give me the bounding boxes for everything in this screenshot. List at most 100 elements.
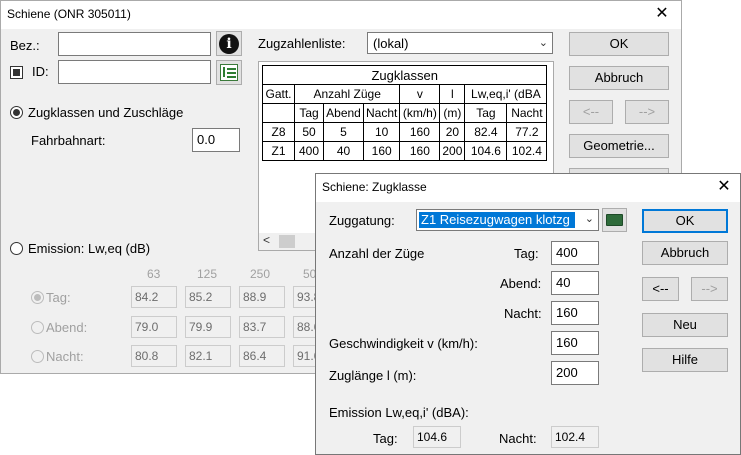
abend-radio[interactable] [31,321,44,334]
table-cell: 200 [439,141,466,161]
main-title: Schiene (ONR 305011) [7,7,131,21]
dialog-title: Schiene: Zugklasse [322,180,427,194]
zuggattung-label: Zuggatung: [329,213,395,228]
tag-63: 84.2 [131,286,177,308]
table-subheader: Nacht [506,103,548,123]
id-label: ID: [32,64,49,79]
table-header-gatt: Gatt. [262,84,295,104]
dialog-help-button[interactable]: Hilfe [642,348,728,372]
nacht-radio[interactable] [31,350,44,363]
zuggattung-value: Z1 Reisezugwagen klotzg [419,212,575,228]
chevron-down-icon: ⌄ [538,37,548,49]
dlg-abend-label: Abend: [500,276,542,291]
table-cell: 400 [294,141,324,161]
zugklassen-label[interactable]: Zugklassen und Zuschläge [28,105,183,120]
dialog-close-icon[interactable]: ✕ [713,177,735,197]
table-cell: 50 [294,122,324,142]
em-tag-value: 104.6 [413,426,461,448]
dialog-new-button[interactable]: Neu [642,313,728,337]
info-icon: i [219,34,239,54]
bez-input[interactable] [58,32,211,56]
chevron-down-icon: ⌄ [584,213,594,225]
zuglaenge-input[interactable]: 200 [551,361,599,385]
dialog-cancel-button[interactable]: Abbruch [642,241,728,265]
zugklassen-radio[interactable] [10,106,23,119]
main-prev-button[interactable]: <-- [569,100,613,124]
scroll-left-icon[interactable]: < [263,233,270,247]
abend-250: 83.7 [239,316,285,338]
main-cancel-button[interactable]: Abbruch [569,66,669,90]
table-cell: 160 [399,141,441,161]
geometry-button[interactable]: Geometrie... [569,134,669,158]
zugzahlenliste-label: Zugzahlenliste: [258,36,346,51]
tag-radio[interactable] [31,291,44,304]
table-cell: 102.4 [506,141,548,161]
table-subheader: Abend [323,103,364,123]
folder-button[interactable] [602,208,627,232]
zugklassen-table: Zugklassen Gatt. Anzahl Züge v l Lw,eq,i… [261,65,548,161]
tag-250: 88.9 [239,286,285,308]
nacht-250: 86.4 [239,345,285,367]
fahrbahnart-input[interactable]: 0.0 [192,128,240,152]
zuggattung-select[interactable]: Z1 Reisezugwagen klotzg ⌄ [416,209,599,231]
zugzahlenliste-select[interactable]: (lokal) ⌄ [367,32,553,54]
freq-63: 63 [147,267,161,281]
emission-dlg-label: Emission Lw,eq,i' (dBA): [329,405,469,420]
folder-icon [606,214,623,226]
table-cell: 160 [362,141,401,161]
table-cell: 10 [362,122,401,142]
table-subheader: (km/h) [399,103,441,123]
dlg-tag-input[interactable]: 400 [551,241,599,265]
table-header-l: l [439,84,466,104]
table-header-anzahl: Anzahl Züge [293,84,401,104]
table-cell: 82.4 [464,122,508,142]
horizontal-scrollbar[interactable]: < [259,233,319,250]
table-cell: 104.6 [464,141,508,161]
nacht-row-label: Nacht: [46,349,84,364]
em-tag-label: Tag: [373,431,398,446]
table-cell: 5 [323,122,364,142]
em-nacht-value: 102.4 [551,426,599,448]
abend-row-label: Abend: [46,320,88,335]
dialog-next-button[interactable]: --> [691,277,728,301]
table-subheader-empty [262,103,295,123]
geschw-label: Geschwindigkeit v (km/h): [329,336,478,351]
em-nacht-label: Nacht: [499,431,537,446]
emission-radio[interactable] [10,242,23,255]
emission-label[interactable]: Emission: Lw,eq (dB) [28,241,150,256]
main-next-button[interactable]: --> [625,100,669,124]
dlg-nacht-label: Nacht: [504,306,542,321]
anzahl-label: Anzahl der Züge [329,246,425,261]
table-subheader: Tag [294,103,324,123]
main-titlebar: Schiene (ONR 305011) ✕ [1,1,681,29]
dlg-tag-label: Tag: [514,246,539,261]
table-row[interactable]: Z1 400 40 160 160 200 104.6 102.4 [262,141,548,161]
main-ok-button[interactable]: OK [569,32,669,56]
table-title: Zugklassen [261,65,548,85]
fahrbahnart-label: Fahrbahnart: [31,133,106,148]
list-button[interactable] [216,60,242,85]
geschw-input[interactable]: 160 [551,331,599,355]
table-cell: Z8 [262,122,295,142]
tag-row-label: Tag: [46,290,71,305]
main-close-icon[interactable]: ✕ [651,4,673,24]
nacht-63: 80.8 [131,345,177,367]
tag-125: 85.2 [185,286,231,308]
table-cell: 77.2 [506,122,548,142]
dialog-prev-button[interactable]: <-- [642,277,679,301]
dialog-ok-button[interactable]: OK [642,209,728,233]
table-cell: 20 [439,122,466,142]
dlg-abend-input[interactable]: 40 [551,271,599,295]
abend-63: 79.0 [131,316,177,338]
table-row[interactable]: Z8 50 5 10 160 20 82.4 77.2 [262,122,548,142]
list-icon [220,64,238,81]
table-subheader: (m) [439,103,466,123]
id-checkbox[interactable] [10,66,23,79]
scroll-thumb[interactable] [279,235,295,248]
table-subheader: Nacht [362,103,401,123]
table-cell: 40 [323,141,364,161]
dlg-nacht-input[interactable]: 160 [551,301,599,325]
id-input[interactable] [58,60,211,84]
table-cell: 160 [399,122,441,142]
info-button[interactable]: i [216,31,242,56]
